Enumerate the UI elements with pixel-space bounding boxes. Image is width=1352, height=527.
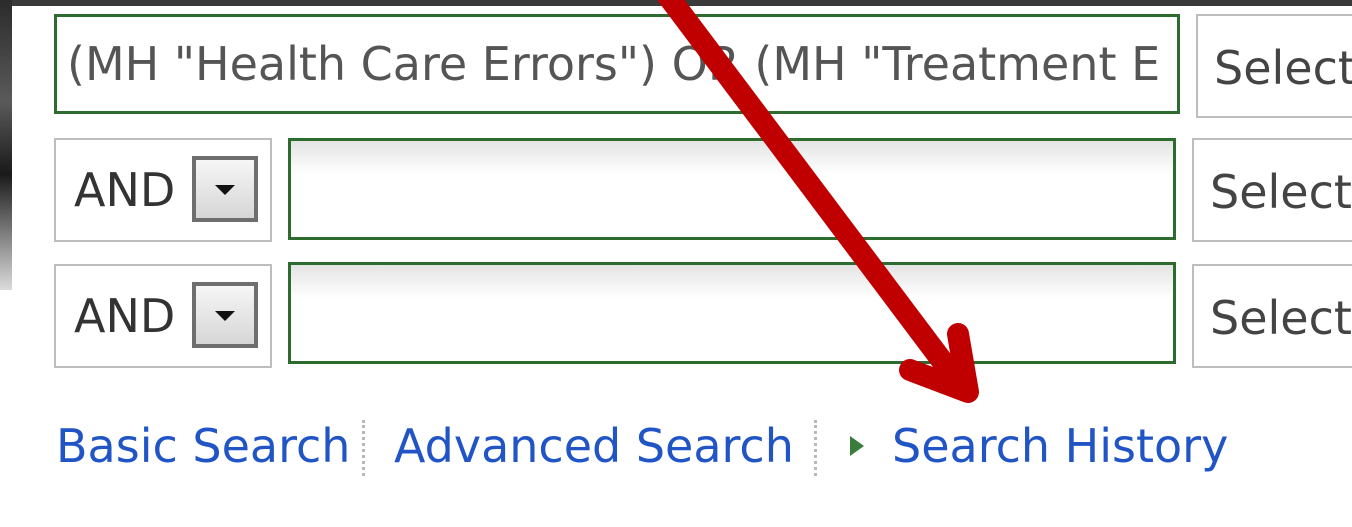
advanced-search-link[interactable]: Advanced Search <box>394 414 794 478</box>
search-mode-links: Basic Search Advanced Search Search Hist… <box>54 414 1254 478</box>
background-photo-edge <box>0 0 1352 6</box>
basic-search-link[interactable]: Basic Search <box>56 414 350 478</box>
search-input-3[interactable] <box>288 262 1176 364</box>
boolean-operator-select-3[interactable]: AND <box>54 264 272 368</box>
boolean-operator-select-2[interactable]: AND <box>54 138 272 242</box>
field-select-3[interactable]: Select <box>1192 264 1352 368</box>
search-history-link[interactable]: Search History <box>892 414 1228 478</box>
dropdown-button[interactable] <box>192 156 258 222</box>
chevron-down-icon <box>215 311 235 321</box>
play-icon <box>850 436 864 456</box>
boolean-operator-label: AND <box>74 289 176 343</box>
search-form-screenshot: (MH "Health Care Errors") OR (MH "Treatm… <box>0 0 1352 527</box>
background-photo-strip <box>0 0 12 290</box>
field-select-2[interactable]: Select <box>1192 138 1352 242</box>
field-select-1[interactable]: Select <box>1196 14 1352 118</box>
search-input-1[interactable]: (MH "Health Care Errors") OR (MH "Treatm… <box>54 14 1180 114</box>
link-divider <box>362 420 365 476</box>
search-input-2[interactable] <box>288 138 1176 240</box>
link-divider <box>814 420 817 476</box>
dropdown-button[interactable] <box>192 282 258 348</box>
boolean-operator-label: AND <box>74 163 176 217</box>
chevron-down-icon <box>215 185 235 195</box>
